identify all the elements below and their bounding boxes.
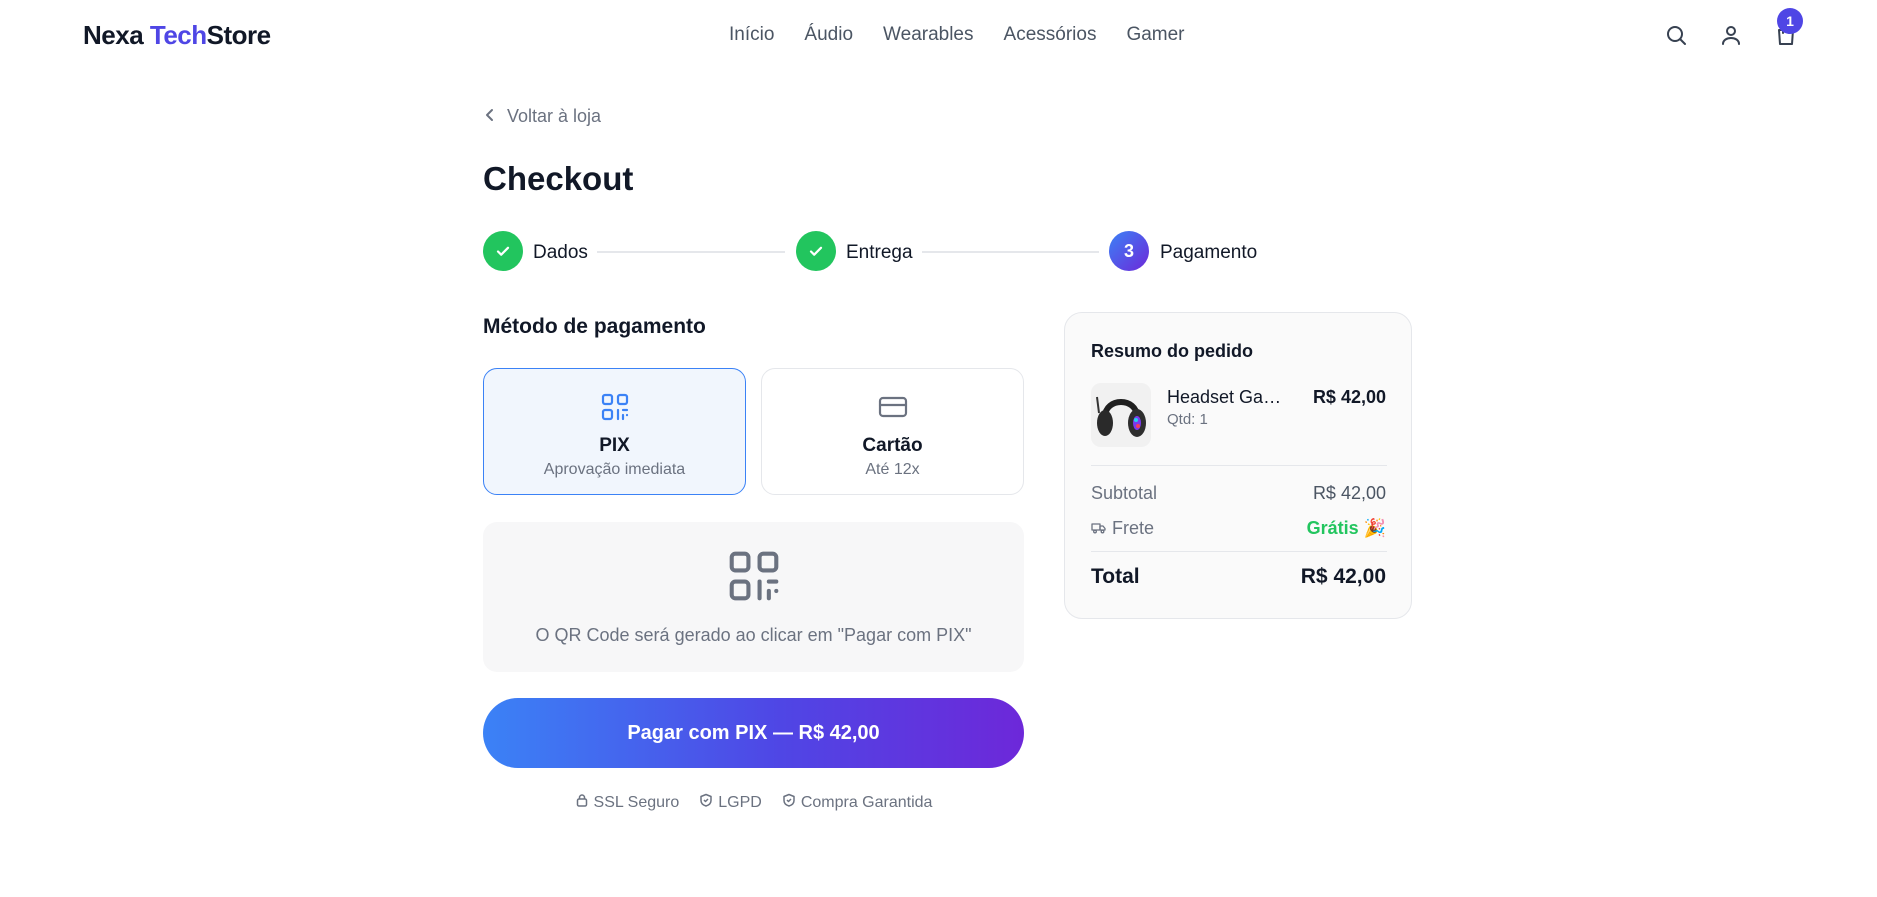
logo-text-3: Store (206, 20, 271, 50)
order-summary: Resumo do pedido Headset Gamer Qtd: 1 R$… (1064, 312, 1412, 619)
payment-option-card[interactable]: Cartão Até 12x (761, 368, 1024, 495)
product-thumbnail (1091, 383, 1151, 447)
subtotal-value: R$ 42,00 (1312, 483, 1386, 503)
summary-divider (1091, 551, 1387, 552)
step-2-check-icon (796, 231, 836, 271)
qr-code-icon (728, 550, 780, 607)
trust-guarantee: Compra Garantida (782, 793, 933, 812)
step-connector (597, 251, 785, 253)
qr-code-icon (601, 391, 629, 423)
lock-icon (575, 793, 589, 812)
pay-with-pix-button[interactable]: Pagar com PIX — R$ 42,00 (483, 698, 1024, 768)
step-3-label: Pagamento (1160, 242, 1258, 263)
product-quantity: Qtd: 1 (1167, 411, 1208, 428)
search-icon[interactable] (1661, 20, 1691, 50)
logo-text-2: Tech (149, 20, 207, 50)
chevron-left-icon (483, 106, 497, 127)
qr-instructions: O QR Code será gerado ao clicar em "Paga… (535, 625, 972, 645)
step-3-number: 3 (1109, 231, 1149, 271)
store-logo[interactable]: Nexa TechStore (83, 20, 271, 51)
nav-item-inicio[interactable]: Início (729, 24, 774, 46)
logo-text-1: Nexa (83, 20, 150, 50)
cart-count-badge: 1 (1777, 8, 1803, 34)
pix-qr-panel: O QR Code será gerado ao clicar em "Paga… (483, 522, 1024, 672)
header: Nexa TechStore Início Áudio Wearables Ac… (0, 0, 1877, 70)
total-value: R$ 42,00 (1300, 565, 1386, 588)
step-1-check-icon (483, 231, 523, 271)
shipping-value: Grátis 🎉 (1306, 518, 1386, 538)
step-connector (922, 251, 1099, 253)
payment-option-title: Cartão (862, 435, 923, 456)
user-icon[interactable] (1716, 20, 1746, 50)
summary-title: Resumo do pedido (1091, 341, 1253, 361)
nav-item-acessorios[interactable]: Acessórios (1004, 24, 1097, 46)
trust-label: LGPD (718, 793, 762, 811)
payment-option-subtitle: Aprovação imediata (543, 461, 686, 478)
shipping-row-label: Frete (1091, 518, 1154, 539)
credit-card-icon (878, 391, 908, 423)
trust-ssl: SSL Seguro (575, 793, 680, 812)
trust-label: SSL Seguro (593, 793, 680, 811)
nav-item-audio[interactable]: Áudio (804, 24, 853, 46)
payment-method-title: Método de pagamento (483, 315, 706, 338)
back-to-store-link[interactable]: Voltar à loja (483, 106, 601, 127)
nav-item-gamer[interactable]: Gamer (1126, 24, 1184, 46)
payment-option-title: PIX (599, 435, 630, 456)
total-label: Total (1091, 565, 1140, 588)
trust-badges: SSL Seguro LGPD Compra Garantida (483, 793, 1024, 812)
product-name: Headset Gamer (1167, 387, 1287, 407)
product-price: R$ 42,00 (1312, 387, 1386, 407)
payment-option-pix[interactable]: PIX Aprovação imediata (483, 368, 746, 495)
summary-divider (1091, 465, 1387, 466)
page-title: Checkout (483, 160, 634, 197)
shipping-label: Frete (1112, 518, 1155, 538)
main-nav: Início Áudio Wearables Acessórios Gamer (729, 24, 1185, 46)
back-link-label: Voltar à loja (507, 106, 602, 126)
step-2-label: Entrega (846, 242, 913, 263)
shield-check-icon (782, 793, 796, 812)
payment-option-subtitle: Até 12x (865, 461, 920, 478)
trust-lgpd: LGPD (699, 793, 762, 812)
trust-label: Compra Garantida (800, 793, 933, 811)
nav-item-wearables[interactable]: Wearables (883, 24, 973, 46)
step-1-label: Dados (533, 242, 588, 263)
truck-icon (1091, 518, 1106, 539)
subtotal-label: Subtotal (1091, 483, 1158, 503)
shield-icon (699, 793, 713, 812)
